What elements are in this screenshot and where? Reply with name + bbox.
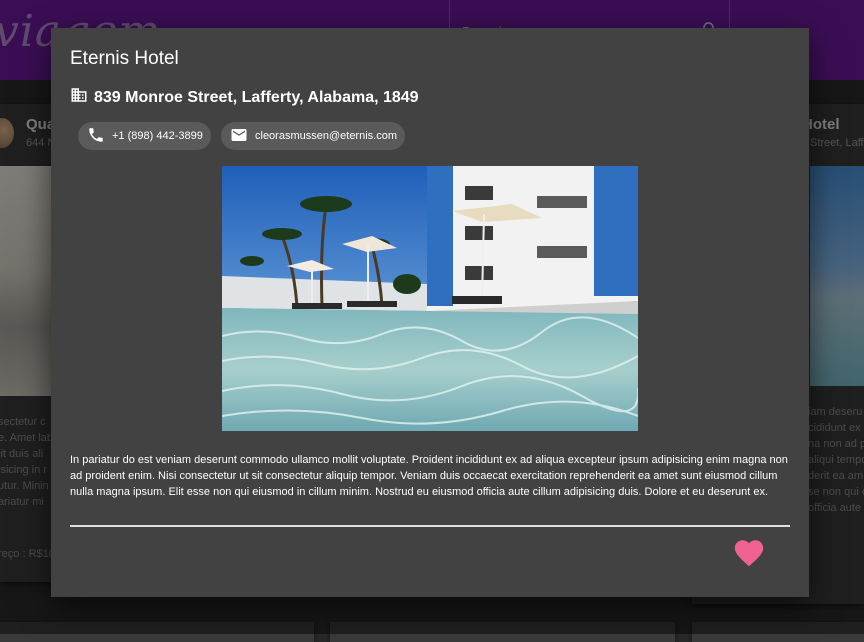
divider	[70, 525, 790, 527]
phone-icon	[87, 126, 105, 147]
email-address: cleorasmussen@eternis.com	[255, 130, 397, 142]
favorite-button[interactable]	[732, 536, 766, 570]
phone-number: +1 (898) 442-3899	[112, 130, 203, 142]
dialog-title: Eternis Hotel	[70, 48, 179, 69]
hotel-photo	[222, 166, 638, 431]
hotel-address: 839 Monroe Street, Lafferty, Alabama, 18…	[94, 88, 419, 106]
heart-icon	[734, 540, 764, 567]
email-icon	[230, 126, 248, 147]
hotel-description: In pariatur do est veniam deserunt commo…	[70, 454, 788, 498]
address-row: 839 Monroe Street, Lafferty, Alabama, 18…	[70, 86, 419, 109]
email-chip[interactable]: cleorasmussen@eternis.com	[221, 122, 405, 150]
phone-chip[interactable]: +1 (898) 442-3899	[78, 122, 211, 150]
hotel-details-dialog: Eternis Hotel 839 Monroe Street, Laffert…	[51, 28, 809, 597]
building-icon	[70, 86, 88, 109]
